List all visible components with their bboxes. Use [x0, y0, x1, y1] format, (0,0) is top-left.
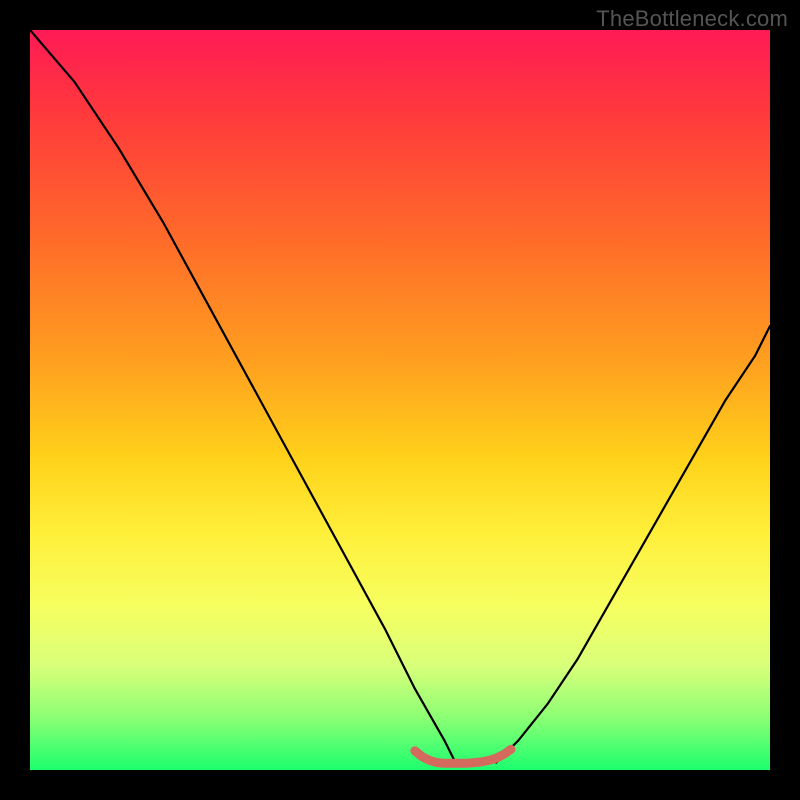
curve-left-arm [30, 30, 456, 763]
plot-area [30, 30, 770, 770]
curve-right-arm [496, 326, 770, 763]
watermark-text: TheBottleneck.com [596, 6, 788, 32]
curve-bottom-mark [415, 749, 511, 763]
chart-svg [30, 30, 770, 770]
chart-frame: TheBottleneck.com [0, 0, 800, 800]
